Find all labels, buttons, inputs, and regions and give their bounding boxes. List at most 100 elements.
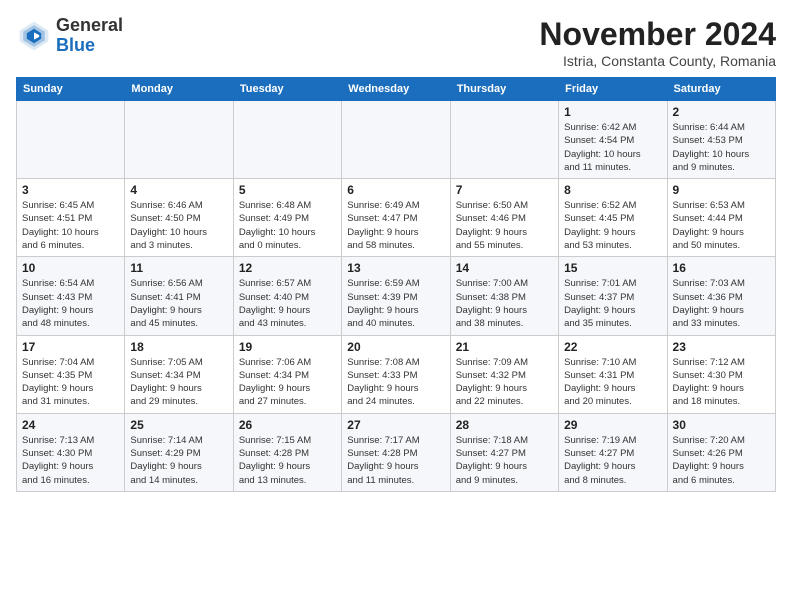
col-header-friday: Friday bbox=[559, 78, 667, 101]
week-row-4: 17 Sunrise: 7:04 AM Sunset: 4:35 PM Dayli… bbox=[17, 335, 776, 413]
day-cell: 21Sunrise: 7:09 AM Sunset: 4:32 PM Dayli… bbox=[450, 335, 558, 413]
week-row-3: 10Sunrise: 6:54 AM Sunset: 4:43 PM Dayli… bbox=[17, 257, 776, 335]
day-cell: 25 Sunrise: 7:14 AM Sunset: 4:29 PM Dayli… bbox=[125, 413, 233, 491]
title-area: November 2024 Istria, Constanta County, … bbox=[539, 16, 776, 69]
day-cell bbox=[450, 101, 558, 179]
day-info: Sunrise: 6:46 AM Sunset: 4:50 PM Dayligh… bbox=[130, 199, 227, 252]
day-cell: 4 Sunrise: 6:46 AM Sunset: 4:50 PM Daylig… bbox=[125, 179, 233, 257]
day-cell: 20Sunrise: 7:08 AM Sunset: 4:33 PM Dayli… bbox=[342, 335, 450, 413]
day-number: 29 bbox=[564, 418, 661, 432]
day-info: Sunrise: 6:53 AM Sunset: 4:44 PM Dayligh… bbox=[673, 199, 770, 252]
day-number: 13 bbox=[347, 261, 444, 275]
day-number: 9 bbox=[673, 183, 770, 197]
day-cell bbox=[17, 101, 125, 179]
day-cell: 23Sunrise: 7:12 AM Sunset: 4:30 PM Dayli… bbox=[667, 335, 775, 413]
day-info: Sunrise: 7:17 AM Sunset: 4:28 PM Dayligh… bbox=[347, 434, 444, 487]
day-cell: 12 Sunrise: 6:57 AM Sunset: 4:40 PM Dayli… bbox=[233, 257, 341, 335]
day-number: 19 bbox=[239, 340, 336, 354]
col-header-thursday: Thursday bbox=[450, 78, 558, 101]
day-number: 30 bbox=[673, 418, 770, 432]
col-header-sunday: Sunday bbox=[17, 78, 125, 101]
day-info: Sunrise: 6:42 AM Sunset: 4:54 PM Dayligh… bbox=[564, 121, 661, 174]
day-number: 5 bbox=[239, 183, 336, 197]
month-title: November 2024 bbox=[539, 16, 776, 53]
day-cell: 13 Sunrise: 6:59 AM Sunset: 4:39 PM Dayli… bbox=[342, 257, 450, 335]
day-info: Sunrise: 7:03 AM Sunset: 4:36 PM Dayligh… bbox=[673, 277, 770, 330]
day-number: 8 bbox=[564, 183, 661, 197]
logo-text: General Blue bbox=[56, 16, 123, 56]
day-cell: 28 Sunrise: 7:18 AM Sunset: 4:27 PM Dayli… bbox=[450, 413, 558, 491]
calendar-body: 1 Sunrise: 6:42 AM Sunset: 4:54 PM Daylig… bbox=[17, 101, 776, 492]
day-number: 2 bbox=[673, 105, 770, 119]
day-number: 7 bbox=[456, 183, 553, 197]
day-cell: 14Sunrise: 7:00 AM Sunset: 4:38 PM Dayli… bbox=[450, 257, 558, 335]
day-number: 4 bbox=[130, 183, 227, 197]
day-info: Sunrise: 7:14 AM Sunset: 4:29 PM Dayligh… bbox=[130, 434, 227, 487]
day-info: Sunrise: 6:49 AM Sunset: 4:47 PM Dayligh… bbox=[347, 199, 444, 252]
day-number: 22 bbox=[564, 340, 661, 354]
day-cell: 26 Sunrise: 7:15 AM Sunset: 4:28 PM Dayli… bbox=[233, 413, 341, 491]
day-cell: 24 Sunrise: 7:13 AM Sunset: 4:30 PM Dayli… bbox=[17, 413, 125, 491]
day-info: Sunrise: 7:13 AM Sunset: 4:30 PM Dayligh… bbox=[22, 434, 119, 487]
day-cell: 2 Sunrise: 6:44 AM Sunset: 4:53 PM Daylig… bbox=[667, 101, 775, 179]
col-header-wednesday: Wednesday bbox=[342, 78, 450, 101]
day-number: 16 bbox=[673, 261, 770, 275]
logo-icon bbox=[16, 18, 52, 54]
week-row-5: 24 Sunrise: 7:13 AM Sunset: 4:30 PM Dayli… bbox=[17, 413, 776, 491]
day-info: Sunrise: 6:45 AM Sunset: 4:51 PM Dayligh… bbox=[22, 199, 119, 252]
day-cell: 22 Sunrise: 7:10 AM Sunset: 4:31 PM Dayli… bbox=[559, 335, 667, 413]
day-info: Sunrise: 6:44 AM Sunset: 4:53 PM Dayligh… bbox=[673, 121, 770, 174]
day-cell bbox=[342, 101, 450, 179]
day-info: Sunrise: 7:10 AM Sunset: 4:31 PM Dayligh… bbox=[564, 356, 661, 409]
day-info: Sunrise: 7:01 AM Sunset: 4:37 PM Dayligh… bbox=[564, 277, 661, 330]
day-info: Sunrise: 6:52 AM Sunset: 4:45 PM Dayligh… bbox=[564, 199, 661, 252]
col-header-monday: Monday bbox=[125, 78, 233, 101]
day-info: Sunrise: 6:59 AM Sunset: 4:39 PM Dayligh… bbox=[347, 277, 444, 330]
day-number: 6 bbox=[347, 183, 444, 197]
day-cell: 1 Sunrise: 6:42 AM Sunset: 4:54 PM Daylig… bbox=[559, 101, 667, 179]
day-info: Sunrise: 7:06 AM Sunset: 4:34 PM Dayligh… bbox=[239, 356, 336, 409]
day-info: Sunrise: 7:20 AM Sunset: 4:26 PM Dayligh… bbox=[673, 434, 770, 487]
day-number: 26 bbox=[239, 418, 336, 432]
day-cell: 30 Sunrise: 7:20 AM Sunset: 4:26 PM Dayli… bbox=[667, 413, 775, 491]
day-info: Sunrise: 7:18 AM Sunset: 4:27 PM Dayligh… bbox=[456, 434, 553, 487]
day-number: 27 bbox=[347, 418, 444, 432]
day-info: Sunrise: 7:04 AM Sunset: 4:35 PM Dayligh… bbox=[22, 356, 119, 409]
day-cell: 29 Sunrise: 7:19 AM Sunset: 4:27 PM Dayli… bbox=[559, 413, 667, 491]
week-row-1: 1 Sunrise: 6:42 AM Sunset: 4:54 PM Daylig… bbox=[17, 101, 776, 179]
day-number: 25 bbox=[130, 418, 227, 432]
day-cell: 6 Sunrise: 6:49 AM Sunset: 4:47 PM Daylig… bbox=[342, 179, 450, 257]
day-cell: 7 Sunrise: 6:50 AM Sunset: 4:46 PM Daylig… bbox=[450, 179, 558, 257]
day-number: 17 bbox=[22, 340, 119, 354]
day-info: Sunrise: 6:54 AM Sunset: 4:43 PM Dayligh… bbox=[22, 277, 119, 330]
day-info: Sunrise: 6:56 AM Sunset: 4:41 PM Dayligh… bbox=[130, 277, 227, 330]
day-cell: 8 Sunrise: 6:52 AM Sunset: 4:45 PM Daylig… bbox=[559, 179, 667, 257]
day-number: 15 bbox=[564, 261, 661, 275]
day-number: 23 bbox=[673, 340, 770, 354]
day-info: Sunrise: 7:15 AM Sunset: 4:28 PM Dayligh… bbox=[239, 434, 336, 487]
logo: General Blue bbox=[16, 16, 123, 56]
day-cell: 11 Sunrise: 6:56 AM Sunset: 4:41 PM Dayli… bbox=[125, 257, 233, 335]
day-number: 3 bbox=[22, 183, 119, 197]
day-info: Sunrise: 6:50 AM Sunset: 4:46 PM Dayligh… bbox=[456, 199, 553, 252]
day-info: Sunrise: 6:48 AM Sunset: 4:49 PM Dayligh… bbox=[239, 199, 336, 252]
day-cell: 19 Sunrise: 7:06 AM Sunset: 4:34 PM Dayli… bbox=[233, 335, 341, 413]
page-header: General Blue November 2024 Istria, Const… bbox=[16, 16, 776, 69]
day-number: 12 bbox=[239, 261, 336, 275]
day-number: 11 bbox=[130, 261, 227, 275]
day-number: 1 bbox=[564, 105, 661, 119]
day-info: Sunrise: 7:00 AM Sunset: 4:38 PM Dayligh… bbox=[456, 277, 553, 330]
day-info: Sunrise: 7:19 AM Sunset: 4:27 PM Dayligh… bbox=[564, 434, 661, 487]
calendar-header-row: SundayMondayTuesdayWednesdayThursdayFrid… bbox=[17, 78, 776, 101]
day-info: Sunrise: 7:08 AM Sunset: 4:33 PM Dayligh… bbox=[347, 356, 444, 409]
day-cell: 9 Sunrise: 6:53 AM Sunset: 4:44 PM Daylig… bbox=[667, 179, 775, 257]
day-cell: 16 Sunrise: 7:03 AM Sunset: 4:36 PM Dayli… bbox=[667, 257, 775, 335]
day-info: Sunrise: 6:57 AM Sunset: 4:40 PM Dayligh… bbox=[239, 277, 336, 330]
day-number: 24 bbox=[22, 418, 119, 432]
day-cell: 5 Sunrise: 6:48 AM Sunset: 4:49 PM Daylig… bbox=[233, 179, 341, 257]
location-title: Istria, Constanta County, Romania bbox=[539, 53, 776, 69]
day-cell: 15 Sunrise: 7:01 AM Sunset: 4:37 PM Dayli… bbox=[559, 257, 667, 335]
day-cell: 3 Sunrise: 6:45 AM Sunset: 4:51 PM Daylig… bbox=[17, 179, 125, 257]
day-number: 18 bbox=[130, 340, 227, 354]
day-number: 28 bbox=[456, 418, 553, 432]
